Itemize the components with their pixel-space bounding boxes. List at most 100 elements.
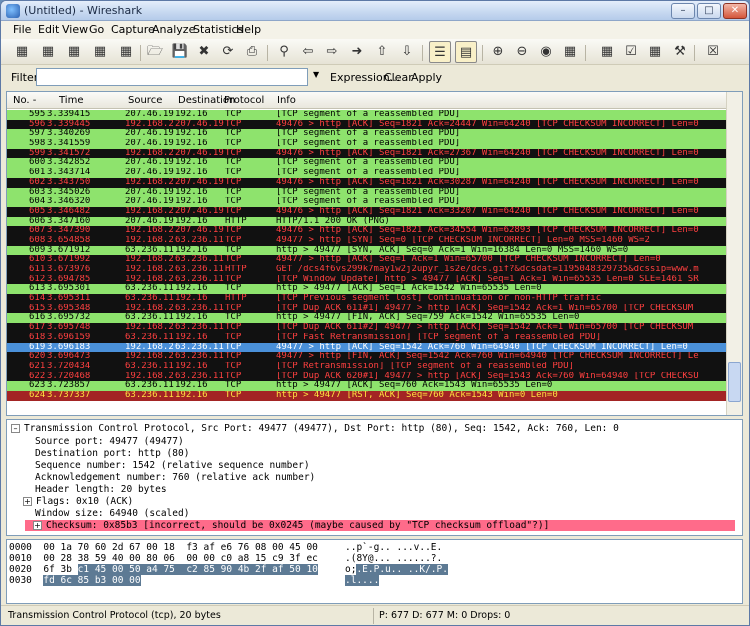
packet-row[interactable]: 609 3.671912 63.236.11 192.16 TCP http > 4947… (7, 245, 742, 256)
packet-row[interactable]: 612 3.694785 192.168.2 63.236.11 TCP [TCP Win… (7, 274, 742, 285)
capture-filters-icon[interactable]: ▦ (598, 43, 616, 61)
auto-scroll-icon[interactable]: ▤ (455, 41, 477, 63)
go-first-icon[interactable]: ⇧ (373, 43, 391, 61)
packet-row[interactable]: 615 3.695348 192.168.2 63.236.11 TCP [TCP Dup… (7, 303, 742, 314)
hex-line[interactable]: 0010 00 28 38 59 40 00 80 06 00 00 c0 a8… (9, 553, 318, 564)
packet-row[interactable]: 613 3.695301 63.236.11 192.16 TCP http > 4947… (7, 284, 742, 295)
packet-row[interactable]: 598 3.341559 207.46.19 192.16 TCP [TCP segmen… (7, 139, 742, 149)
packet-row[interactable]: 617 3.695748 192.168.2 63.236.11 TCP [TCP Dup… (7, 323, 742, 333)
menu-capture[interactable]: Capture (111, 23, 155, 36)
packet-row[interactable]: 607 3.347390 192.168.2 207.46.19 TCP 49476 > … (7, 226, 742, 236)
packet-row[interactable]: 622 3.720468 192.168.2 63.236.11 TCP [TCP Dup… (7, 371, 742, 382)
stop-capture-icon[interactable]: ▦ (91, 43, 109, 61)
packet-row[interactable]: 603 3.345026 207.46.19 192.16 TCP [TCP segmen… (7, 187, 742, 198)
packet-row[interactable]: 604 3.346320 207.46.19 192.16 TCP [TCP segmen… (7, 197, 742, 207)
hex-ascii-line[interactable]: .(8Y@... ......?. (345, 553, 442, 564)
detail-destination-port[interactable]: Destination port: http (80) (35, 448, 189, 459)
close-button[interactable]: ✕ (723, 3, 747, 19)
go-to-packet-icon[interactable]: ➜ (348, 43, 366, 61)
column-header-info[interactable]: Info (277, 95, 296, 106)
packet-row[interactable]: 596 3.339445 192.168.2 207.46.19 TCP 49476 > … (7, 119, 742, 130)
hex-pane[interactable]: 0000 00 1a 70 60 2d 67 00 18 f3 af e6 76… (6, 539, 743, 604)
hex-ascii-line[interactable]: o;.E.P.u.. ..K/.P. (345, 564, 448, 575)
packet-row[interactable]: 595 3.339415 207.46.19 192.16 TCP [TCP segmen… (7, 110, 742, 120)
go-last-icon[interactable]: ⇩ (398, 43, 416, 61)
packet-list[interactable]: No. - Time Source Destination Protocol I… (6, 91, 743, 416)
open-file-icon[interactable]: 🗁 (146, 43, 164, 61)
scrollbar-thumb[interactable] (728, 362, 741, 402)
interfaces-icon[interactable]: ▦ (13, 43, 31, 61)
clear-button[interactable]: Clear (384, 71, 413, 84)
capture-options-icon[interactable]: ▦ (39, 43, 57, 61)
packet-row[interactable]: 599 3.341572 192.168.2 207.46.19 TCP 49476 > … (7, 148, 742, 159)
find-packet-icon[interactable]: ⚲ (275, 43, 293, 61)
packet-row[interactable]: 621 3.720434 63.236.11 192.16 TCP [TCP Retran… (7, 361, 742, 372)
packet-row[interactable]: 623 3.723857 63.236.11 192.16 TCP http > 4947… (7, 381, 742, 391)
maximize-button[interactable]: □ (697, 3, 721, 19)
reload-icon[interactable]: ⟳ (219, 43, 237, 61)
detail-source-port[interactable]: Source port: 49477 (49477) (35, 436, 184, 447)
restart-capture-icon[interactable]: ▦ (117, 43, 135, 61)
go-back-icon[interactable]: ⇦ (299, 43, 317, 61)
column-header-source[interactable]: Source (128, 95, 162, 106)
resize-columns-icon[interactable]: ▦ (561, 43, 579, 61)
menu-edit[interactable]: Edit (38, 23, 59, 36)
menu-analyze[interactable]: Analyze (152, 23, 195, 36)
menu-view[interactable]: View (62, 23, 88, 36)
colorize-icon[interactable]: ☰ (429, 41, 451, 63)
print-icon[interactable]: ⎙ (243, 43, 261, 61)
tcp-tree-node[interactable]: – Transmission Control Protocol, Src Port… (11, 423, 619, 434)
coloring-rules-icon[interactable]: ▦ (646, 43, 664, 61)
packet-row[interactable]: 619 3.696183 192.168.2 63.236.11 TCP 49477 > … (7, 342, 742, 353)
display-filters-icon[interactable]: ☑ (622, 43, 640, 61)
zoom-out-icon[interactable]: ⊖ (513, 43, 531, 61)
detail-window-size[interactable]: Window size: 64940 (scaled) (35, 508, 189, 519)
packet-row[interactable]: 620 3.696473 192.168.2 63.236.11 TCP 49477 > … (7, 352, 742, 362)
detail-ack-number[interactable]: Acknowledgement number: 760 (relative ac… (35, 472, 315, 483)
packet-row[interactable]: 600 3.342852 207.46.19 192.16 TCP [TCP segmen… (7, 158, 742, 169)
menu-go[interactable]: Go (89, 23, 104, 36)
start-capture-icon[interactable]: ▦ (65, 43, 83, 61)
go-forward-icon[interactable]: ⇨ (323, 43, 341, 61)
help-icon[interactable]: ☒ (704, 43, 722, 61)
packet-row[interactable]: 624 3.737337 63.236.11 192.16 TCP http > 4947… (7, 390, 742, 401)
hex-line[interactable]: 0000 00 1a 70 60 2d 67 00 18 f3 af e6 76… (9, 542, 318, 553)
expand-icon[interactable]: + (33, 521, 42, 530)
close-file-icon[interactable]: ✖ (195, 43, 213, 61)
packet-row[interactable]: 597 3.340269 207.46.19 192.16 TCP [TCP segmen… (7, 129, 742, 140)
packet-row[interactable]: 610 3.671992 192.168.2 63.236.11 TCP 49477 > … (7, 255, 742, 265)
packet-row[interactable]: 608 3.654858 192.168.2 63.236.11 TCP 49477 > … (7, 235, 742, 246)
packet-row[interactable]: 616 3.695732 63.236.11 192.16 TCP http > 4947… (7, 313, 742, 324)
detail-sequence-number[interactable]: Sequence number: 1542 (relative sequence… (35, 460, 310, 471)
filter-input[interactable] (36, 68, 308, 86)
packet-row[interactable]: 618 3.696159 63.236.11 192.16 TCP [TCP Fast R… (7, 332, 742, 343)
packet-row[interactable]: 601 3.343714 207.46.19 192.16 TCP [TCP segmen… (7, 168, 742, 178)
packet-row[interactable]: 606 3.347160 207.46.19 192.16 HTTP HTTP/1.1 2… (7, 216, 742, 227)
column-header-time[interactable]: Time (59, 95, 83, 106)
hex-line[interactable]: 0020 6f 3b c1 45 00 50 a4 75 c2 85 90 4b… (9, 564, 318, 575)
packet-row[interactable]: 602 3.343750 192.168.2 207.46.19 TCP 49476 > … (7, 177, 742, 188)
packet-list-scrollbar[interactable] (726, 92, 742, 415)
normal-size-icon[interactable]: ◉ (537, 43, 555, 61)
chevron-down-icon[interactable]: ▼ (313, 70, 319, 79)
column-header-no[interactable]: No. - (13, 95, 36, 106)
checksum-tree-node[interactable]: + Checksum: 0x85b3 [incorrect, should be … (25, 520, 735, 531)
detail-header-length[interactable]: Header length: 20 bytes (35, 484, 167, 495)
zoom-in-icon[interactable]: ⊕ (489, 43, 507, 61)
expand-icon[interactable]: + (23, 497, 32, 506)
packet-details[interactable]: – Transmission Control Protocol, Src Port… (6, 419, 743, 536)
title-bar[interactable]: (Untitled) - Wireshark – □ ✕ (1, 1, 749, 21)
hex-line[interactable]: 0030 fd 6c 85 b3 00 00 (9, 575, 141, 586)
collapse-icon[interactable]: – (11, 424, 20, 433)
menu-file[interactable]: File (13, 23, 31, 36)
flags-tree-node[interactable]: + Flags: 0x10 (ACK) (23, 496, 133, 507)
packet-row[interactable]: 611 3.673976 192.168.2 63.236.11 HTTP GET /dc… (7, 265, 742, 275)
save-file-icon[interactable]: 💾 (171, 43, 189, 61)
column-header-protocol[interactable]: Protocol (224, 95, 264, 106)
hex-ascii-line[interactable]: .l.... (345, 575, 380, 586)
menu-help[interactable]: Help (236, 23, 261, 36)
packet-row[interactable]: 605 3.346482 192.168.2 207.46.19 TCP 49476 > … (7, 206, 742, 217)
apply-button[interactable]: Apply (411, 71, 442, 84)
minimize-button[interactable]: – (671, 3, 695, 19)
hex-ascii-line[interactable]: ..p`-g.. ...v..E. (345, 542, 442, 553)
